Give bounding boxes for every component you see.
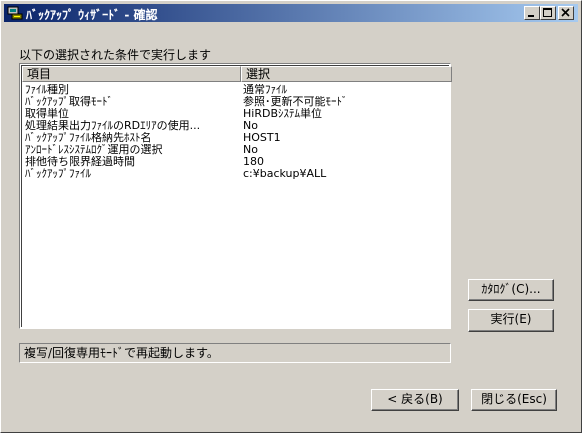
back-button[interactable]: < 戻る(B) — [371, 389, 459, 411]
item-name: ｱﾝﾛｰﾄﾞﾚｽｼｽﾃﾑﾛｸﾞ運用の選択 — [25, 144, 163, 156]
minimize-button[interactable] — [524, 6, 540, 20]
list-item[interactable]: ﾊﾞｯｸｱｯﾌﾟ取得ﾓｰﾄﾞ 参照･更新不可能ﾓｰﾄﾞ — [22, 96, 452, 108]
execute-button[interactable]: 実行(E) — [468, 309, 554, 332]
close-dialog-button-label: 閉じる(Esc) — [481, 392, 547, 406]
item-name: ﾌｧｲﾙ種別 — [25, 84, 69, 96]
list-item[interactable]: 排他待ち限界経過時間 180 — [22, 156, 452, 168]
close-icon — [561, 8, 570, 17]
list-item[interactable]: ﾊﾞｯｸｱｯﾌﾟﾌｧｲﾙ格納先ﾎｽﾄ名 HOST1 — [22, 132, 452, 144]
column-header-item[interactable]: 項目 — [22, 66, 241, 82]
list-header: 項目 選択 — [22, 66, 452, 83]
item-value: c:¥backup¥ALL — [243, 168, 327, 180]
item-name: ﾊﾞｯｸｱｯﾌﾟ取得ﾓｰﾄﾞ — [25, 96, 113, 108]
catalog-button[interactable]: ｶﾀﾛｸﾞ(C)... — [468, 279, 554, 301]
minimize-icon — [528, 15, 534, 17]
close-button[interactable] — [558, 6, 574, 20]
column-header-selection[interactable]: 選択 — [241, 66, 452, 82]
catalog-button-label: ｶﾀﾛｸﾞ(C)... — [481, 282, 541, 296]
app-icon — [7, 5, 23, 21]
item-value: HOST1 — [243, 132, 281, 144]
list-rows: ﾌｧｲﾙ種別 通常ﾌｧｲﾙ ﾊﾞｯｸｱｯﾌﾟ取得ﾓｰﾄﾞ 参照･更新不可能ﾓｰﾄﾞ … — [22, 84, 452, 180]
settings-list-body: 項目 選択 ﾌｧｲﾙ種別 通常ﾌｧｲﾙ ﾊﾞｯｸｱｯﾌﾟ取得ﾓｰﾄﾞ 参照･更新不可… — [21, 65, 452, 327]
title-bar[interactable]: ﾊﾞｯｸｱｯﾌﾟ ｳｨｻﾞｰﾄﾞ - 確認 — [4, 4, 578, 22]
back-button-label: < 戻る(B) — [387, 392, 443, 406]
item-name: ﾊﾞｯｸｱｯﾌﾟﾌｧｲﾙ格納先ﾎｽﾄ名 — [25, 132, 152, 144]
item-value: 参照･更新不可能ﾓｰﾄﾞ — [243, 96, 348, 108]
item-value: 180 — [243, 156, 264, 168]
execute-button-label: 実行(E) — [490, 312, 532, 326]
item-name: 排他待ち限界経過時間 — [25, 156, 135, 168]
item-value: No — [243, 144, 258, 156]
item-name: ﾊﾞｯｸｱｯﾌﾟﾌｧｲﾙ — [25, 168, 91, 180]
maximize-button[interactable] — [540, 6, 556, 20]
list-item[interactable]: 処理結果出力ﾌｧｲﾙのRDｴﾘｱの使用... No — [22, 120, 452, 132]
item-value: HiRDBｼｽﾃﾑ単位 — [243, 108, 322, 120]
status-message: 複写/回復専用ﾓｰﾄﾞで再起動します。 — [19, 343, 451, 363]
list-item[interactable]: ｱﾝﾛｰﾄﾞﾚｽｼｽﾃﾑﾛｸﾞ運用の選択 No — [22, 144, 452, 156]
dialog-window: ﾊﾞｯｸｱｯﾌﾟ ｳｨｻﾞｰﾄﾞ - 確認 以下の選択された条件で実行します 項… — [0, 0, 582, 433]
list-item[interactable]: ﾊﾞｯｸｱｯﾌﾟﾌｧｲﾙ c:¥backup¥ALL — [22, 168, 452, 180]
settings-list[interactable]: 項目 選択 ﾌｧｲﾙ種別 通常ﾌｧｲﾙ ﾊﾞｯｸｱｯﾌﾟ取得ﾓｰﾄﾞ 参照･更新不可… — [19, 63, 452, 329]
list-item[interactable]: 取得単位 HiRDBｼｽﾃﾑ単位 — [22, 108, 452, 120]
list-item[interactable]: ﾌｧｲﾙ種別 通常ﾌｧｲﾙ — [22, 84, 452, 96]
item-value: No — [243, 120, 258, 132]
close-dialog-button[interactable]: 閉じる(Esc) — [471, 389, 557, 411]
window-title: ﾊﾞｯｸｱｯﾌﾟ ｳｨｻﾞｰﾄﾞ - 確認 — [26, 8, 158, 22]
maximize-icon — [543, 8, 552, 17]
item-value: 通常ﾌｧｲﾙ — [243, 84, 287, 96]
item-name: 取得単位 — [25, 108, 69, 120]
instruction-caption: 以下の選択された条件で実行します — [19, 48, 212, 62]
item-name: 処理結果出力ﾌｧｲﾙのRDｴﾘｱの使用... — [25, 120, 201, 132]
